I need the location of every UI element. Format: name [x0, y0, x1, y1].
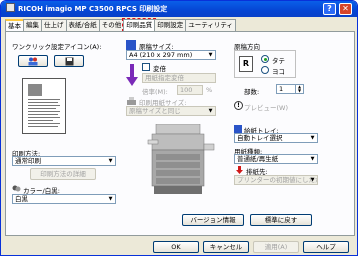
- color-mode-select[interactable]: 白黒 ▼: [12, 194, 116, 204]
- save-icon: [65, 57, 73, 66]
- oneclick-add-button[interactable]: [18, 55, 48, 67]
- oneclick-save-button[interactable]: [54, 55, 84, 67]
- output-select[interactable]: プリンターの初期値にしたがう▼: [234, 175, 318, 185]
- cancel-button[interactable]: キャンセル: [203, 241, 249, 253]
- preview-icon: !: [234, 101, 243, 110]
- close-icon[interactable]: ✕: [339, 3, 352, 15]
- orientation-preview-icon: R: [239, 56, 253, 72]
- version-info-button[interactable]: バージョン情報: [182, 214, 244, 226]
- chevron-down-icon: ▼: [208, 52, 213, 58]
- print-size-value: 原稿サイズと同じ: [129, 107, 181, 115]
- printer-illustration: [147, 124, 215, 194]
- print-method-detail-button[interactable]: 印刷方法の詳細: [30, 168, 96, 180]
- portrait-radio[interactable]: [261, 55, 269, 63]
- paper-size-value: A4 (210 x 297 mm): [129, 51, 193, 59]
- title-bar: RICOH imagio MP C3500 RPCS 印刷設定 ? ✕: [1, 1, 357, 17]
- chevron-down-icon: ▼: [310, 156, 315, 162]
- down-arrow-icon: [126, 64, 138, 88]
- page-preview: [22, 78, 66, 134]
- scale-label: 変倍: [153, 65, 166, 73]
- print-method-select[interactable]: 通常印刷 ▼: [12, 156, 116, 166]
- output-value: プリンターの初期値にしたがう: [237, 176, 317, 184]
- tab-cover[interactable]: 表紙/合紙: [65, 19, 100, 31]
- chevron-down-icon: ▼: [108, 196, 113, 202]
- print-paper-icon: [126, 97, 137, 106]
- ok-button[interactable]: OK: [153, 241, 199, 253]
- tab-finishing[interactable]: 仕上げ: [41, 19, 67, 31]
- landscape-radio[interactable]: [261, 66, 269, 74]
- tab-print-quality[interactable]: 印刷品質: [122, 18, 157, 32]
- paper-type-select[interactable]: 普通紙/再生紙 ▼: [234, 154, 318, 164]
- color-mode-value: 白黒: [15, 195, 28, 203]
- tray-select[interactable]: 自動トレイ選択 ▼: [234, 133, 318, 143]
- chevron-down-icon: ▼: [310, 135, 315, 141]
- tray-icon: [234, 125, 242, 133]
- print-settings-dialog: RICOH imagio MP C3500 RPCS 印刷設定 ? ✕ 基本 編…: [0, 0, 358, 256]
- scale-checkbox[interactable]: [142, 63, 150, 71]
- window-title: RICOH imagio MP C3500 RPCS 印刷設定: [18, 5, 168, 13]
- tab-bar: 基本 編集 仕上げ 表紙/合紙 その他 印刷品質 印刷設定 ユーティリティ: [5, 18, 236, 32]
- tab-utility[interactable]: ユーティリティ: [185, 19, 236, 31]
- output-arrow-icon: [236, 166, 243, 174]
- magnification-label: 倍率(M):: [142, 88, 168, 96]
- document-size-icon: [126, 40, 136, 50]
- restore-defaults-button[interactable]: 標準に戻す: [250, 214, 312, 226]
- tray-value: 自動トレイ選択: [237, 134, 283, 142]
- orientation-group: R タテ ヨコ: [234, 50, 296, 78]
- chevron-down-icon: ▼: [108, 158, 113, 164]
- scale-mode-select[interactable]: 用紙指定変倍: [142, 73, 216, 83]
- printer-icon: [6, 3, 15, 12]
- people-icon: [28, 57, 38, 66]
- landscape-label: ヨコ: [272, 68, 285, 76]
- copies-value: 1: [279, 85, 284, 93]
- print-method-value: 通常印刷: [15, 157, 41, 165]
- magnification-value: 100: [180, 86, 193, 94]
- scale-mode-value: 用紙指定変倍: [145, 74, 184, 82]
- copies-label: 部数:: [244, 88, 260, 96]
- tab-print-settings[interactable]: 印刷設定: [154, 19, 187, 31]
- portrait-label: タテ: [272, 57, 285, 65]
- copies-input[interactable]: 1 ▲ ▼: [276, 84, 304, 94]
- tab-edit[interactable]: 編集: [23, 19, 42, 31]
- chevron-down-icon: ▼: [208, 108, 213, 114]
- magnification-input[interactable]: 100: [177, 85, 203, 95]
- basic-tab-panel: ワンクリック設定アイコン(A): 印刷方法: 通常印刷 ▼ 印刷方法の詳細 カラー…: [5, 31, 355, 236]
- preview-image: [28, 84, 42, 96]
- print-size-select[interactable]: 原稿サイズと同じ ▼: [126, 106, 216, 116]
- color-mode-icon: [12, 184, 21, 193]
- duplex-preview-label: プレビュー(W): [244, 104, 288, 112]
- copies-spinner[interactable]: ▲ ▼: [295, 85, 303, 93]
- help-button[interactable]: ヘルプ: [303, 241, 349, 253]
- apply-button[interactable]: 適用(A): [253, 241, 299, 253]
- paper-type-value: 普通紙/再生紙: [237, 155, 279, 163]
- chevron-down-icon: ▼: [310, 177, 315, 183]
- paper-size-select[interactable]: A4 (210 x 297 mm) ▼: [126, 50, 216, 60]
- oneclick-label: ワンクリック設定アイコン(A):: [12, 43, 102, 51]
- tab-other[interactable]: その他: [98, 19, 125, 31]
- help-caption-button[interactable]: ?: [323, 3, 336, 15]
